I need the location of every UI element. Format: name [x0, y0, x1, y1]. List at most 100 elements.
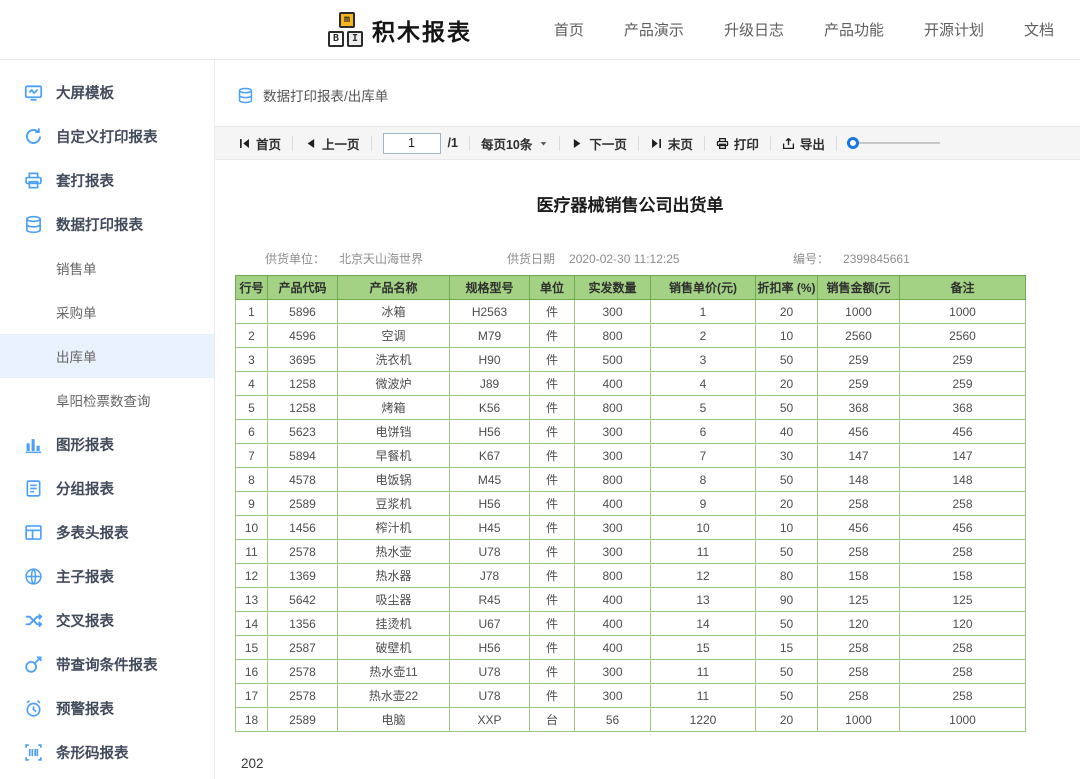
cell: 9	[235, 491, 268, 516]
cell: 800	[574, 323, 651, 348]
cell: 120	[817, 611, 900, 636]
cell: 1356	[267, 611, 338, 636]
sidebar-item-label: 销售单	[56, 262, 97, 277]
cell: 258	[899, 683, 1026, 708]
number-value: 2399845661	[843, 251, 910, 266]
cell: 8	[650, 467, 756, 492]
cell: 件	[529, 611, 575, 636]
sidebar-item-11[interactable]: 主子报表	[0, 554, 214, 598]
cell: 榨汁机	[337, 515, 450, 540]
cell: 14	[650, 611, 756, 636]
cell: 50	[755, 347, 818, 372]
table-body: 1 5896 冰箱 H2563 件 300 1 20 1000 1000 2 4596 空调 M79 件 80…	[235, 299, 1026, 732]
logo-block-m: m	[339, 12, 355, 28]
print-button-label: 打印	[733, 137, 759, 152]
nav-item-0[interactable]: 首页	[554, 19, 584, 40]
nav-item-2[interactable]: 升级日志	[724, 19, 784, 40]
cell: 148	[817, 467, 900, 492]
sidebar-item-10[interactable]: 多表头报表	[0, 510, 214, 554]
last-page-button-label: 末页	[667, 137, 693, 152]
table-row: 9 2589 豆浆机 H56 件 400 9 20 258 258	[235, 491, 1026, 516]
cell: J78	[449, 563, 530, 588]
slider-knob[interactable]	[846, 137, 859, 149]
sidebar-item-4[interactable]: 销售单	[0, 246, 214, 290]
cell: K67	[449, 443, 530, 468]
sidebar-item-9[interactable]: 分组报表	[0, 466, 214, 510]
cell: R45	[449, 587, 530, 612]
cell: 13	[650, 587, 756, 612]
refresh-icon	[24, 127, 43, 146]
sidebar-item-label: 条形码报表	[56, 745, 129, 762]
zoom-slider[interactable]	[837, 137, 940, 149]
cell: 件	[529, 371, 575, 396]
cell: 90	[755, 587, 818, 612]
last-page-button[interactable]: 末页	[639, 134, 704, 153]
cell: 热水器	[337, 563, 450, 588]
slider-track[interactable]	[857, 142, 940, 144]
logo-text: 积木报表	[372, 18, 472, 45]
sidebar-item-7[interactable]: 阜阳检票数查询	[0, 378, 214, 422]
table-row: 5 1258 烤箱 K56 件 800 5 50 368 368	[235, 395, 1026, 420]
sidebar-item-14[interactable]: 预警报表	[0, 686, 214, 730]
cell: 15	[650, 635, 756, 660]
nav-item-5[interactable]: 文档	[1024, 19, 1054, 40]
cell: 400	[574, 611, 651, 636]
sidebar-item-label: 套打报表	[56, 173, 114, 190]
cell: 5642	[267, 587, 338, 612]
sidebar-item-5[interactable]: 采购单	[0, 290, 214, 334]
cell: 259	[817, 347, 900, 372]
cell: 2587	[267, 635, 338, 660]
column-header-8: 销售金额(元	[817, 275, 900, 300]
page-number-input[interactable]	[382, 132, 441, 154]
cell: 件	[529, 659, 575, 684]
cell: 8	[235, 467, 268, 492]
table-row: 7 5894 早餐机 K67 件 300 7 30 147 147	[235, 443, 1026, 468]
supplier-label: 供货单位：	[265, 252, 326, 266]
app-logo[interactable]: m B I 积木报表	[328, 11, 472, 48]
cell: 400	[574, 635, 651, 660]
sidebar-item-1[interactable]: 自定义打印报表	[0, 114, 214, 158]
cell: 10	[650, 515, 756, 540]
sidebar-item-12[interactable]: 交叉报表	[0, 598, 214, 642]
prev-page-button[interactable]: 上一页	[293, 134, 371, 153]
sidebar-item-label: 交叉报表	[56, 613, 114, 630]
cell: H56	[449, 419, 530, 444]
cell: 456	[817, 419, 900, 444]
logo-block-i: I	[347, 31, 363, 47]
cell: 300	[574, 443, 651, 468]
print-button[interactable]: 打印	[705, 134, 770, 153]
cell: 台	[529, 707, 575, 732]
export-button[interactable]: 导出	[771, 134, 836, 153]
first-page-button[interactable]: 首页	[227, 134, 292, 153]
per-page-select[interactable]: 每页10条	[470, 134, 559, 153]
cell: H56	[449, 491, 530, 516]
sidebar-item-8[interactable]: 图形报表	[0, 422, 214, 466]
nav-item-4[interactable]: 开源计划	[924, 19, 984, 40]
cell: 早餐机	[337, 443, 450, 468]
sidebar-item-2[interactable]: 套打报表	[0, 158, 214, 202]
cell: 热水壶	[337, 539, 450, 564]
cell: 挂烫机	[337, 611, 450, 636]
sidebar-item-6[interactable]: 出库单	[0, 334, 214, 378]
sidebar-item-15[interactable]: 条形码报表	[0, 730, 214, 774]
next-page-button[interactable]: 下一页	[560, 134, 638, 153]
cell: 300	[574, 683, 651, 708]
sidebar-item-label: 预警报表	[56, 701, 114, 718]
cell: 件	[529, 587, 575, 612]
sidebar-item-13[interactable]: 带查询条件报表	[0, 642, 214, 686]
nav-item-1[interactable]: 产品演示	[624, 19, 684, 40]
cell: 125	[817, 587, 900, 612]
per-page-select-label: 每页10条	[480, 137, 533, 152]
sidebar-item-3[interactable]: 数据打印报表	[0, 202, 214, 246]
sidebar-item-0[interactable]: 大屏模板	[0, 70, 214, 114]
sidebar-item-label: 多表头报表	[56, 525, 129, 542]
nav-item-3[interactable]: 产品功能	[824, 19, 884, 40]
cell: 147	[899, 443, 1026, 468]
cell: 456	[899, 515, 1026, 540]
cell: 15	[235, 635, 268, 660]
table-row: 11 2578 热水壶 U78 件 300 11 50 258 258	[235, 539, 1026, 564]
document-icon	[24, 479, 43, 498]
cell: 50	[755, 659, 818, 684]
cell: 件	[529, 515, 575, 540]
cell: 50	[755, 611, 818, 636]
